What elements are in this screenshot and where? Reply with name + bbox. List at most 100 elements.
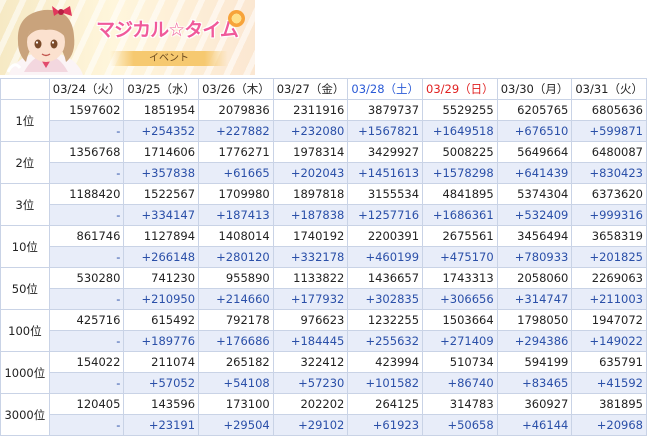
score-cell: 861746 — [48, 225, 125, 247]
diff-cell: +211003 — [571, 288, 647, 310]
score-cell: 1709980 — [198, 183, 274, 205]
diff-cell: +475170 — [422, 246, 498, 268]
rank-label: 1000位 — [0, 351, 50, 394]
diff-cell: +227882 — [198, 120, 274, 142]
date-header: 03/31（火） — [571, 78, 647, 100]
score-cell: 423994 — [347, 351, 424, 373]
diff-cell: +676510 — [496, 120, 573, 142]
event-logo: マジカル☆タイム — [92, 14, 242, 46]
date-header: 03/29（日） — [422, 78, 498, 100]
diff-cell: +50658 — [422, 414, 498, 436]
score-cell: 1597602 — [48, 99, 125, 121]
diff-cell: +83465 — [496, 372, 573, 394]
diff-cell: +101582 — [347, 372, 424, 394]
table-row: 1位 1597602 1851954 2079836 2311916 3879737 552… — [0, 99, 647, 142]
diff-cell: +334147 — [123, 204, 200, 226]
score-cell: 1232255 — [347, 309, 424, 331]
diff-cell: +201825 — [571, 246, 647, 268]
table-row: 10位 861746 1127894 1408014 1740192 2200391 267… — [0, 225, 647, 268]
diff-cell: +176686 — [198, 330, 274, 352]
table-row: 1000位 154022 211074 265182 322412 423994 51073… — [0, 351, 647, 394]
score-cell: 6205765 — [496, 99, 573, 121]
date-header: 03/28（土） — [347, 78, 424, 100]
diff-cell: +54108 — [198, 372, 274, 394]
diff-cell: - — [48, 288, 125, 310]
score-cell: 1408014 — [198, 225, 274, 247]
score-cell: 6480087 — [571, 141, 647, 163]
table-row: 2位 1356768 1714606 1776271 1978314 3429927 500… — [0, 141, 647, 184]
score-cell: 1743313 — [422, 267, 498, 289]
diff-cell: +314747 — [496, 288, 573, 310]
score-cell: 3658319 — [571, 225, 647, 247]
score-cell: 1897818 — [272, 183, 349, 205]
diff-cell: +29102 — [272, 414, 349, 436]
diff-cell: +184445 — [272, 330, 349, 352]
score-cell: 5529255 — [422, 99, 498, 121]
table-row-diff: - +357838 +61665 +202043 +1451613 +1578298 +64… — [1, 162, 647, 184]
diff-cell: +1578298 — [422, 162, 498, 184]
score-cell: 322412 — [272, 351, 349, 373]
diff-cell: - — [48, 162, 125, 184]
score-cell: 2058060 — [496, 267, 573, 289]
ranking-body: 1位 1597602 1851954 2079836 2311916 3879737 552… — [0, 99, 647, 436]
diff-cell: - — [48, 330, 125, 352]
diff-cell: - — [48, 120, 125, 142]
diff-cell: +86740 — [422, 372, 498, 394]
score-cell: 2675561 — [422, 225, 498, 247]
diff-cell: +254352 — [123, 120, 200, 142]
diff-cell: +1451613 — [347, 162, 424, 184]
table-row: 100位 425716 615492 792178 976623 1232255 15036… — [0, 309, 647, 352]
score-cell: 3456494 — [496, 225, 573, 247]
event-logo-text: マジカル☆タイム — [96, 19, 239, 41]
score-cell: 173100 — [198, 393, 274, 415]
corner-cell — [0, 78, 50, 100]
rank-label: 2位 — [0, 141, 50, 184]
diff-cell: +999316 — [571, 204, 647, 226]
table-row-diff: - +210950 +214660 +177932 +302835 +306656 +314… — [1, 288, 647, 310]
score-cell: 2200391 — [347, 225, 424, 247]
table-row: 50位 530280 741230 955890 1133822 1436657 17433… — [0, 267, 647, 310]
score-cell: 4841895 — [422, 183, 498, 205]
event-banner: マジカル☆タイム イベント — [0, 0, 255, 75]
table-row-diff: - +266148 +280120 +332178 +460199 +475170 +780… — [1, 246, 647, 268]
score-cell: 264125 — [347, 393, 424, 415]
diff-cell: +271409 — [422, 330, 498, 352]
score-cell: 510734 — [422, 351, 498, 373]
score-cell: 1356768 — [48, 141, 125, 163]
score-cell: 3879737 — [347, 99, 424, 121]
score-cell: 2311916 — [272, 99, 349, 121]
rank-label: 3000位 — [0, 393, 50, 436]
score-cell: 1798050 — [496, 309, 573, 331]
score-cell: 5008225 — [422, 141, 498, 163]
diff-cell: +599871 — [571, 120, 647, 142]
diff-cell: +41592 — [571, 372, 647, 394]
score-cell: 314783 — [422, 393, 498, 415]
diff-cell: +332178 — [272, 246, 349, 268]
diff-cell: +532409 — [496, 204, 573, 226]
diff-cell: +306656 — [422, 288, 498, 310]
rank-label: 50位 — [0, 267, 50, 310]
diff-cell: +57052 — [123, 372, 200, 394]
score-cell: 154022 — [48, 351, 125, 373]
date-header: 03/26（木） — [198, 78, 274, 100]
diff-cell: +294386 — [496, 330, 573, 352]
score-cell: 2269063 — [571, 267, 647, 289]
diff-cell: - — [48, 204, 125, 226]
score-cell: 530280 — [48, 267, 125, 289]
score-cell: 5649664 — [496, 141, 573, 163]
diff-cell: +20968 — [571, 414, 647, 436]
diff-cell: +1649518 — [422, 120, 498, 142]
diff-cell: - — [48, 246, 125, 268]
sticker-icon — [228, 10, 245, 27]
diff-cell: +46144 — [496, 414, 573, 436]
diff-cell: +149022 — [571, 330, 647, 352]
score-cell: 2079836 — [198, 99, 274, 121]
diff-cell: +830423 — [571, 162, 647, 184]
diff-cell: +214660 — [198, 288, 274, 310]
diff-cell: +641439 — [496, 162, 573, 184]
date-header: 03/25（水） — [123, 78, 200, 100]
score-cell: 635791 — [571, 351, 647, 373]
score-cell: 202202 — [272, 393, 349, 415]
diff-cell: +187413 — [198, 204, 274, 226]
score-cell: 6805636 — [571, 99, 647, 121]
